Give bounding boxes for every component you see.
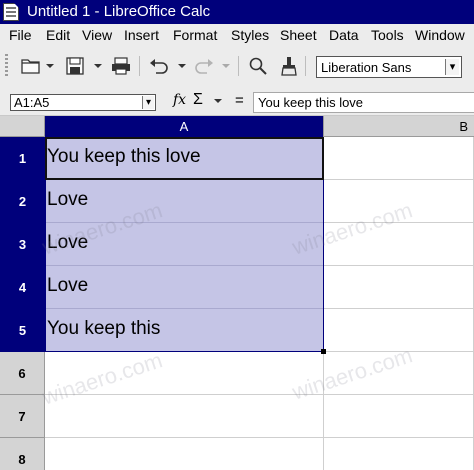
row-header-6[interactable]: 6 [0,352,45,395]
save-icon[interactable] [64,56,86,79]
toolbar-grip[interactable] [5,54,8,78]
name-box-value: A1:A5 [14,95,50,110]
undo-icon[interactable] [148,56,170,79]
row-header-3[interactable]: 3 [0,223,45,266]
column-header-a[interactable]: A [45,116,324,137]
menu-file[interactable]: File [9,27,32,43]
redo-icon[interactable] [193,56,215,79]
cell-a5[interactable]: You keep this [45,309,324,352]
cell-b3[interactable] [324,223,474,266]
window-title: Untitled 1 - LibreOffice Calc [27,3,211,20]
open-dropdown-icon[interactable] [46,64,54,68]
autofill-handle[interactable] [321,349,326,354]
standard-toolbar: Liberation Sans ▾ [0,46,474,86]
menu-sheet[interactable]: Sheet [280,27,317,43]
row-header-7[interactable]: 7 [0,395,45,438]
clone-formatting-icon[interactable] [278,56,300,79]
font-name-value: Liberation Sans [321,60,412,75]
cell-a6[interactable] [45,352,324,395]
cell-b8[interactable] [324,438,474,470]
formula-button[interactable]: = [235,92,244,109]
cell-a3-text: Love [47,232,89,253]
formula-bar: A1:A5 ▾ fx Σ = You keep this love [0,86,474,116]
row-header-2[interactable]: 2 [0,180,45,223]
undo-dropdown-icon[interactable] [178,64,186,68]
menu-view[interactable]: View [82,27,112,43]
menu-window[interactable]: Window [415,27,465,43]
cell-a2-text: Love [47,189,89,210]
find-icon[interactable] [247,56,269,79]
cell-a2[interactable]: Love [45,180,324,223]
function-wizard-button[interactable]: fx [173,92,186,108]
open-icon[interactable] [20,56,42,79]
column-header-b[interactable]: B [324,116,474,137]
toolbar-separator [238,56,239,76]
row-header-5[interactable]: 5 [0,309,45,352]
menu-insert[interactable]: Insert [124,27,159,43]
cell-b6[interactable] [324,352,474,395]
calc-document-icon[interactable] [3,3,19,21]
sum-button[interactable]: Σ [193,91,203,109]
formula-content: You keep this love [258,95,364,110]
select-all-corner[interactable] [0,116,45,137]
cell-a7[interactable] [45,395,324,438]
sum-dropdown-icon[interactable] [214,99,222,103]
cell-a5-text: You keep this [47,318,161,339]
redo-dropdown-icon[interactable] [222,64,230,68]
cell-a1-text: You keep this love [47,146,201,167]
font-name-combobox[interactable]: Liberation Sans ▾ [316,56,462,78]
toolbar-separator [305,56,306,76]
save-dropdown-icon[interactable] [94,64,102,68]
font-name-dropdown-icon[interactable]: ▾ [445,59,459,75]
row-header-8[interactable]: 8 [0,438,45,470]
cell-a3[interactable]: Love [45,223,324,266]
menu-edit[interactable]: Edit [46,27,70,43]
row-header-1[interactable]: 1 [0,137,45,180]
cell-b7[interactable] [324,395,474,438]
cell-b5[interactable] [324,309,474,352]
print-icon[interactable] [110,56,132,79]
toolbar-separator [139,56,140,76]
name-box[interactable]: A1:A5 ▾ [10,94,156,111]
cell-a4[interactable]: Love [45,266,324,309]
menu-styles[interactable]: Styles [231,27,269,43]
cell-b4[interactable] [324,266,474,309]
name-box-dropdown-icon[interactable]: ▾ [142,96,154,109]
menu-bar: File Edit View Insert Format Styles Shee… [0,24,474,46]
menu-data[interactable]: Data [329,27,359,43]
title-bar: Untitled 1 - LibreOffice Calc [0,0,474,24]
formula-input[interactable]: You keep this love [253,92,474,113]
row-header-4[interactable]: 4 [0,266,45,309]
menu-tools[interactable]: Tools [371,27,404,43]
cell-b2[interactable] [324,180,474,223]
cell-a4-text: Love [47,275,89,296]
cell-a8[interactable] [45,438,324,470]
cell-a1[interactable]: You keep this love [45,137,324,180]
cell-b1[interactable] [324,137,474,180]
spreadsheet-grid: A B 1 You keep this love 2 Love 3 Love 4… [0,116,474,470]
menu-format[interactable]: Format [173,27,217,43]
